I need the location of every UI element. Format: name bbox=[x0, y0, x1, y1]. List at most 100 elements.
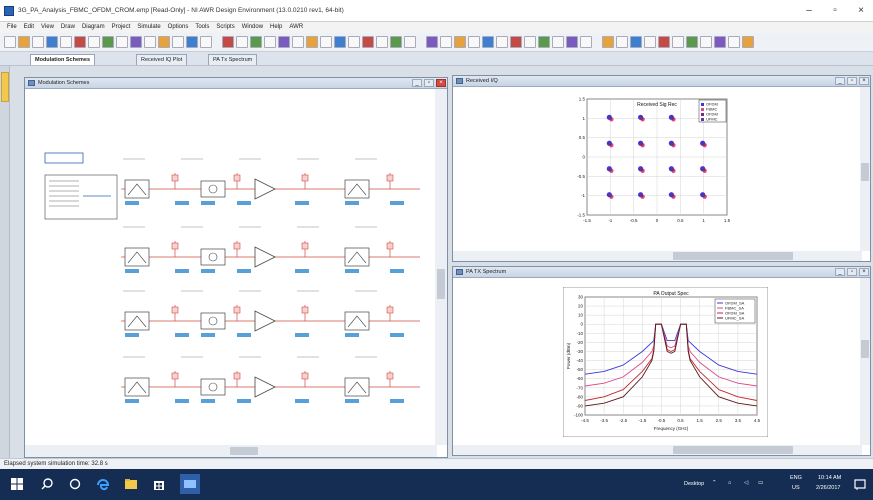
awr-app-icon[interactable] bbox=[180, 474, 200, 494]
toolbar-tool-icon[interactable] bbox=[524, 36, 536, 48]
toolbar-tool-icon[interactable] bbox=[362, 36, 374, 48]
window-close-button[interactable]: × bbox=[859, 77, 869, 85]
toolbar-tool-icon[interactable] bbox=[306, 36, 318, 48]
tray-chevron-icon[interactable]: ⌃ bbox=[712, 480, 717, 486]
toolbar-tool-icon[interactable] bbox=[602, 36, 614, 48]
menu-simulate[interactable]: Simulate bbox=[137, 22, 160, 33]
toolbar-tool-icon[interactable] bbox=[658, 36, 670, 48]
toolbar-tool-icon[interactable] bbox=[580, 36, 592, 48]
notification-icon[interactable] bbox=[853, 477, 867, 491]
schematic-canvas[interactable] bbox=[25, 89, 435, 445]
windows-start-icon[interactable] bbox=[10, 477, 24, 491]
tab-received-iq-plot[interactable]: Received IQ Plot bbox=[136, 54, 188, 65]
toolbar-tool-icon[interactable] bbox=[742, 36, 754, 48]
task-view-icon[interactable] bbox=[68, 477, 82, 491]
edge-icon[interactable] bbox=[96, 477, 110, 491]
scroll-thumb[interactable] bbox=[861, 340, 869, 358]
menu-window[interactable]: Window bbox=[242, 22, 263, 33]
toolbar-tool-icon[interactable] bbox=[454, 36, 466, 48]
schematic-vertical-scrollbar[interactable] bbox=[435, 89, 447, 445]
minimize-button[interactable]: – bbox=[796, 4, 822, 18]
clock-time[interactable]: 10:14 AM bbox=[818, 475, 841, 481]
window-minimize-button[interactable]: _ bbox=[835, 77, 845, 85]
iq-vertical-scrollbar[interactable] bbox=[860, 87, 870, 251]
toolbar-tool-icon[interactable] bbox=[686, 36, 698, 48]
toolbar-tool-icon[interactable] bbox=[390, 36, 402, 48]
toolbar-tool-icon[interactable] bbox=[144, 36, 156, 48]
spectrum-window[interactable]: PA TX Spectrum _ ▫ × -4.5 -3.5 -2.5 -1.5 -0.… bbox=[452, 266, 871, 456]
toolbar-tool-icon[interactable] bbox=[644, 36, 656, 48]
menu-diagram[interactable]: Diagram bbox=[82, 22, 105, 33]
close-button[interactable]: × bbox=[848, 4, 873, 18]
scroll-thumb[interactable] bbox=[230, 447, 258, 455]
toolbar-tool-icon[interactable] bbox=[496, 36, 508, 48]
menu-tools[interactable]: Tools bbox=[195, 22, 209, 33]
toolbar-tool-icon[interactable] bbox=[728, 36, 740, 48]
battery-icon[interactable]: ▭ bbox=[758, 480, 763, 486]
toolbar-tool-icon[interactable] bbox=[672, 36, 684, 48]
menu-project[interactable]: Project bbox=[112, 22, 131, 33]
window-restore-button[interactable]: ▫ bbox=[847, 77, 857, 85]
iq-plot-window[interactable]: Received I/Q _ ▫ × -1.5 -1 -0.5 0 0.5 1 1.5 1.5… bbox=[452, 75, 871, 262]
menu-awr[interactable]: AWR bbox=[289, 22, 303, 33]
tab-pa-tx-spectrum[interactable]: PA Tx Spectrum bbox=[208, 54, 258, 65]
menu-options[interactable]: Options bbox=[168, 22, 189, 33]
window-close-button[interactable]: × bbox=[859, 268, 869, 276]
schematic-horizontal-scrollbar[interactable] bbox=[25, 445, 437, 457]
project-browser-tab[interactable] bbox=[1, 72, 9, 102]
menu-edit[interactable]: Edit bbox=[24, 22, 34, 33]
toolbar-tool-icon[interactable] bbox=[320, 36, 332, 48]
toolbar-tool-icon[interactable] bbox=[186, 36, 198, 48]
toolbar-tool-icon[interactable] bbox=[510, 36, 522, 48]
toolbar-tool-icon[interactable] bbox=[292, 36, 304, 48]
clock-date[interactable]: 2/26/2017 bbox=[816, 485, 840, 491]
desktop-toolbar-label[interactable]: Desktop bbox=[684, 481, 704, 487]
toolbar-tool-icon[interactable] bbox=[102, 36, 114, 48]
input-region[interactable]: US bbox=[792, 485, 800, 491]
window-minimize-button[interactable]: _ bbox=[835, 268, 845, 276]
toolbar-tool-icon[interactable] bbox=[158, 36, 170, 48]
toolbar-tool-icon[interactable] bbox=[552, 36, 564, 48]
toolbar-tool-icon[interactable] bbox=[538, 36, 550, 48]
toolbar-tool-icon[interactable] bbox=[714, 36, 726, 48]
menu-help[interactable]: Help bbox=[270, 22, 282, 33]
menu-scripts[interactable]: Scripts bbox=[216, 22, 234, 33]
toolbar-tool-icon[interactable] bbox=[4, 36, 16, 48]
spectrum-horizontal-scrollbar[interactable] bbox=[453, 445, 862, 455]
maximize-button[interactable]: ▫ bbox=[822, 4, 848, 18]
toolbar-tool-icon[interactable] bbox=[334, 36, 346, 48]
tab-modulation-schemes[interactable]: Modulation Schemes bbox=[30, 54, 96, 65]
toolbar-tool-icon[interactable] bbox=[60, 36, 72, 48]
toolbar-tool-icon[interactable] bbox=[426, 36, 438, 48]
toolbar-tool-icon[interactable] bbox=[18, 36, 30, 48]
toolbar-tool-icon[interactable] bbox=[468, 36, 480, 48]
toolbar-tool-icon[interactable] bbox=[130, 36, 142, 48]
spectrum-vertical-scrollbar[interactable] bbox=[860, 278, 870, 445]
toolbar-tool-icon[interactable] bbox=[88, 36, 100, 48]
search-icon[interactable] bbox=[40, 477, 54, 491]
toolbar-tool-icon[interactable] bbox=[200, 36, 212, 48]
scroll-thumb[interactable] bbox=[861, 163, 869, 181]
toolbar-tool-icon[interactable] bbox=[278, 36, 290, 48]
scroll-thumb[interactable] bbox=[673, 252, 793, 260]
toolbar-tool-icon[interactable] bbox=[32, 36, 44, 48]
store-icon[interactable] bbox=[152, 477, 166, 491]
toolbar-tool-icon[interactable] bbox=[250, 36, 262, 48]
iq-horizontal-scrollbar[interactable] bbox=[453, 251, 862, 261]
schematic-window[interactable]: Modulation Schemes _ ▫ × bbox=[24, 77, 448, 458]
toolbar-tool-icon[interactable] bbox=[700, 36, 712, 48]
toolbar-tool-icon[interactable] bbox=[46, 36, 58, 48]
toolbar-tool-icon[interactable] bbox=[236, 36, 248, 48]
toolbar-tool-icon[interactable] bbox=[74, 36, 86, 48]
toolbar-tool-icon[interactable] bbox=[566, 36, 578, 48]
toolbar-tool-icon[interactable] bbox=[264, 36, 276, 48]
network-icon[interactable]: ⌂ bbox=[728, 480, 731, 486]
toolbar-tool-icon[interactable] bbox=[376, 36, 388, 48]
menu-file[interactable]: File bbox=[7, 22, 17, 33]
window-minimize-button[interactable]: _ bbox=[412, 79, 422, 87]
window-restore-button[interactable]: ▫ bbox=[424, 79, 434, 87]
window-close-button[interactable]: × bbox=[436, 79, 446, 87]
window-restore-button[interactable]: ▫ bbox=[847, 268, 857, 276]
toolbar-tool-icon[interactable] bbox=[172, 36, 184, 48]
input-language[interactable]: ENG bbox=[790, 475, 802, 481]
